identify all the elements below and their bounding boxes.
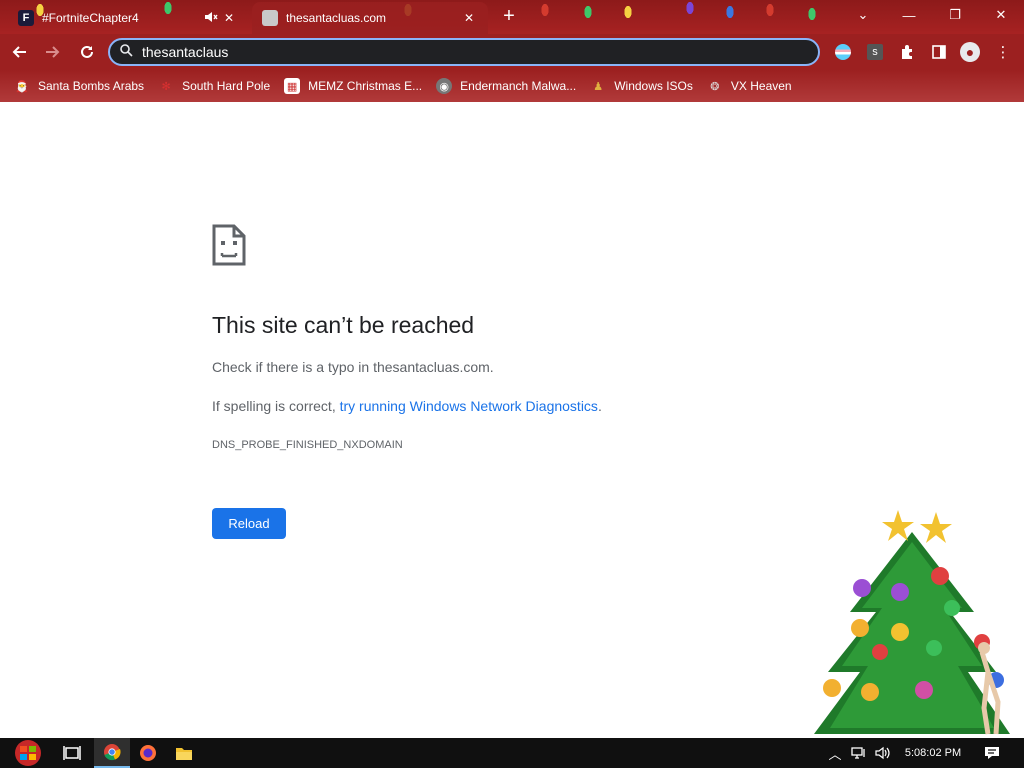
forward-button[interactable] (38, 37, 68, 67)
action-center-icon[interactable] (978, 738, 1006, 768)
error-typo-hint: Check if there is a typo in thesantaclua… (212, 359, 494, 375)
menu-kebab-icon[interactable]: ⋮ (988, 36, 1018, 68)
bookmark-label: Santa Bombs Arabs (38, 79, 145, 93)
volume-icon[interactable] (872, 738, 894, 768)
diagnostics-prefix: If spelling is correct, (212, 398, 340, 414)
taskbar-clock[interactable]: 5:08:02 PM (898, 738, 968, 768)
sad-document-icon (212, 224, 246, 271)
error-title: This site can’t be reached (212, 312, 475, 338)
figure-icon: ♟ (593, 80, 604, 93)
memz-icon: ▦ (284, 78, 301, 94)
page-content: This site can’t be reached Check if ther… (0, 102, 1024, 738)
close-tab-icon[interactable]: ✕ (460, 11, 478, 25)
bookmark-endermanch-malware[interactable]: ◉ Endermanch Malwa... (436, 78, 576, 94)
bookmark-windows-isos[interactable]: ♟ Windows ISOs (590, 78, 693, 94)
firefox-icon[interactable] (130, 738, 166, 768)
error-diagnostics-hint: If spelling is correct, try running Wind… (212, 398, 602, 414)
close-window-button[interactable]: ✕ (978, 0, 1024, 30)
restore-button[interactable]: ❐ (932, 0, 978, 30)
raccoon-icon: ◉ (436, 78, 453, 94)
bookmark-santa-bombs-arabs[interactable]: 🎅 Santa Bombs Arabs (14, 78, 144, 94)
bookmark-label: Windows ISOs (614, 79, 693, 93)
bookmark-label: Endermanch Malwa... (460, 79, 577, 93)
file-explorer-icon[interactable] (166, 738, 202, 768)
extension-s-icon[interactable]: s (860, 36, 890, 68)
back-button[interactable] (4, 37, 34, 67)
start-button[interactable] (8, 738, 48, 768)
bookmark-memz-christmas[interactable]: ▦ MEMZ Christmas E... (284, 78, 422, 94)
tab-title: #FortniteChapter4 (42, 11, 139, 25)
fortnite-favicon-icon: F (18, 10, 34, 26)
snowflake-icon: ✻ (161, 80, 171, 93)
bookmarks-bar: 🎅 Santa Bombs Arabs ✻ South Hard Pole ▦ … (0, 70, 1024, 102)
new-tab-button[interactable]: + (498, 6, 520, 28)
show-hidden-icons-chevron-up-icon[interactable]: ︿ (826, 738, 844, 768)
chrome-icon[interactable] (94, 738, 130, 768)
bookmark-label: MEMZ Christmas E... (308, 79, 423, 93)
bookmark-label: VX Heaven (730, 79, 792, 93)
close-tab-icon[interactable]: ✕ (220, 11, 238, 25)
address-input[interactable] (138, 44, 818, 60)
bookmark-south-hard-pole[interactable]: ✻ South Hard Pole (158, 78, 270, 94)
extension-flag-icon[interactable] (828, 36, 858, 68)
santa-icon: 🎅 (15, 80, 29, 93)
vx-icon: ❂ (710, 80, 720, 93)
tab-thesantacluas[interactable]: thesantacluas.com ✕ (252, 2, 488, 34)
browser-toolbar: s ● ⋮ (0, 34, 1024, 70)
windows-taskbar: ︿ 5:08:02 PM (0, 738, 1024, 768)
profile-avatar[interactable]: ● (955, 36, 985, 68)
tab-strip: F #FortniteChapter4 ✕ thesantacluas.com … (0, 0, 1024, 34)
task-view-icon[interactable] (54, 738, 90, 768)
search-icon (120, 44, 138, 60)
bookmark-label: South Hard Pole (182, 79, 271, 93)
globe-favicon-icon (262, 10, 278, 26)
tab-fortnite[interactable]: F #FortniteChapter4 ✕ (8, 2, 248, 34)
reload-toolbar-button[interactable] (72, 37, 102, 67)
speaker-muted-icon[interactable] (202, 11, 220, 26)
network-icon[interactable] (848, 738, 870, 768)
address-bar[interactable] (108, 38, 820, 66)
network-diagnostics-link[interactable]: try running Windows Network Diagnostics (340, 398, 598, 414)
diagnostics-suffix: . (597, 398, 602, 414)
christmas-tree-decoration (814, 510, 1010, 735)
reload-button[interactable]: Reload (212, 508, 286, 539)
tab-search-chevron-down-icon[interactable]: ⌄ (840, 0, 886, 30)
extensions-puzzle-icon[interactable] (892, 36, 922, 68)
bookmark-vx-heaven[interactable]: ❂ VX Heaven (707, 78, 792, 94)
minimize-button[interactable]: — (886, 0, 932, 30)
side-panel-icon[interactable] (924, 36, 954, 68)
tab-title: thesantacluas.com (286, 11, 387, 25)
error-code: DNS_PROBE_FINISHED_NXDOMAIN (212, 439, 403, 451)
